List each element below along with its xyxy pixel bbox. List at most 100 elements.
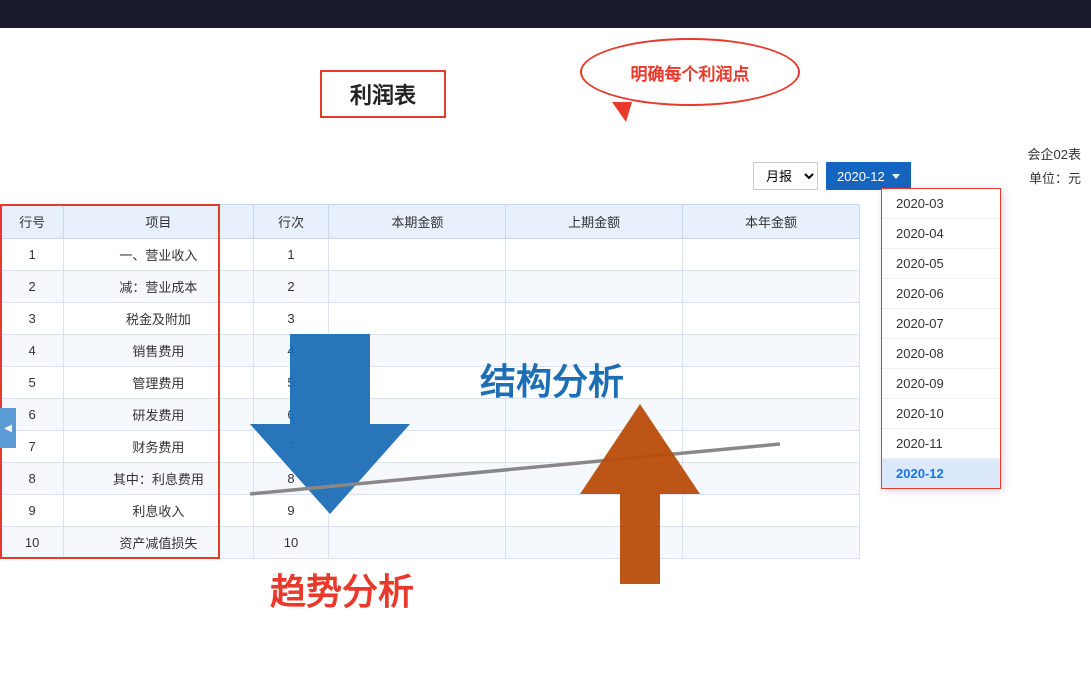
- th-year: 本年金额: [683, 205, 860, 239]
- cell-year: [683, 463, 860, 495]
- table-header-row: 行号 项目 行次 本期金额 上期金额 本年金额: [1, 205, 860, 239]
- cell-hang: 9: [1, 495, 64, 527]
- cell-ci: 10: [253, 527, 329, 559]
- cell-item: 利息收入: [64, 495, 253, 527]
- cell-ci: 6: [253, 399, 329, 431]
- cell-prev: [506, 271, 683, 303]
- date-select-button[interactable]: 2020-12: [826, 162, 911, 190]
- profit-table: 行号 项目 行次 本期金额 上期金额 本年金额 1 一、营业收入 1 2 减：营…: [0, 204, 860, 559]
- cell-ci: 2: [253, 271, 329, 303]
- cell-current: [329, 527, 506, 559]
- cell-item: 研发费用: [64, 399, 253, 431]
- cell-ci: 9: [253, 495, 329, 527]
- cell-current: [329, 399, 506, 431]
- table-row: 4 销售费用 4: [1, 335, 860, 367]
- cell-item: 销售费用: [64, 335, 253, 367]
- cell-prev: [506, 335, 683, 367]
- dropdown-item-2020-06[interactable]: 2020-06: [882, 279, 1000, 309]
- dropdown-scroll[interactable]: 2020-03 2020-04 2020-05 2020-06 2020-07 …: [882, 189, 1000, 488]
- cell-current: [329, 303, 506, 335]
- cell-prev: [506, 527, 683, 559]
- table-row: 5 管理费用 5: [1, 367, 860, 399]
- cell-hang: 5: [1, 367, 64, 399]
- company-label: 会企02表: [1028, 144, 1081, 163]
- cell-current: [329, 271, 506, 303]
- unit-label: 单位：元: [1029, 168, 1081, 187]
- top-bar: [0, 0, 1091, 28]
- cell-hang: 4: [1, 335, 64, 367]
- dropdown-item-2020-05[interactable]: 2020-05: [882, 249, 1000, 279]
- cell-hang: 2: [1, 271, 64, 303]
- table-row: 3 税金及附加 3: [1, 303, 860, 335]
- dropdown-item-2020-11[interactable]: 2020-11: [882, 429, 1000, 459]
- th-current: 本期金额: [329, 205, 506, 239]
- cell-year: [683, 335, 860, 367]
- period-select[interactable]: 月报 季报 年报: [753, 162, 818, 190]
- title-box: 利润表: [320, 70, 446, 118]
- dropdown-menu: 2020-03 2020-04 2020-05 2020-06 2020-07 …: [881, 188, 1001, 489]
- cell-item: 资产减值损失: [64, 527, 253, 559]
- cell-ci: 3: [253, 303, 329, 335]
- cell-hang: 3: [1, 303, 64, 335]
- th-prev: 上期金额: [506, 205, 683, 239]
- dropdown-item-2020-08[interactable]: 2020-08: [882, 339, 1000, 369]
- table-row: 7 财务费用 7: [1, 431, 860, 463]
- table-row: 6 研发费用 6: [1, 399, 860, 431]
- cell-prev: [506, 463, 683, 495]
- cell-prev: [506, 367, 683, 399]
- title-label: 利润表: [350, 83, 416, 108]
- cell-item: 管理费用: [64, 367, 253, 399]
- table-row: 8 其中：利息费用 8: [1, 463, 860, 495]
- main-area: 明确每个利润点 利润表 会企02表 月报 季报 年报 2020-12 单位：元 …: [0, 28, 1091, 654]
- cell-current: [329, 335, 506, 367]
- cell-ci: 7: [253, 431, 329, 463]
- cell-year: [683, 271, 860, 303]
- cell-item: 其中：利息费用: [64, 463, 253, 495]
- table-row: 2 减：营业成本 2: [1, 271, 860, 303]
- table-row: 10 资产减值损失 10: [1, 527, 860, 559]
- table-wrapper: 行号 项目 行次 本期金额 上期金额 本年金额 1 一、营业收入 1 2 减：营…: [0, 204, 860, 559]
- th-hang: 行号: [1, 205, 64, 239]
- cell-year: [683, 527, 860, 559]
- cell-year: [683, 239, 860, 271]
- cell-ci: 4: [253, 335, 329, 367]
- cell-year: [683, 303, 860, 335]
- cell-hang: 10: [1, 527, 64, 559]
- dropdown-item-2020-04[interactable]: 2020-04: [882, 219, 1000, 249]
- cell-current: [329, 367, 506, 399]
- expand-button[interactable]: ◀: [0, 408, 16, 448]
- cell-current: [329, 495, 506, 527]
- cell-item: 减：营业成本: [64, 271, 253, 303]
- cell-item: 财务费用: [64, 431, 253, 463]
- cell-current: [329, 463, 506, 495]
- table-row: 9 利息收入 9: [1, 495, 860, 527]
- dropdown-item-2020-09[interactable]: 2020-09: [882, 369, 1000, 399]
- dropdown-item-2020-03[interactable]: 2020-03: [882, 189, 1000, 219]
- dropdown-item-2020-10[interactable]: 2020-10: [882, 399, 1000, 429]
- cell-ci: 8: [253, 463, 329, 495]
- th-ci: 行次: [253, 205, 329, 239]
- cell-prev: [506, 399, 683, 431]
- selected-date: 2020-12: [837, 169, 885, 184]
- controls-row: 月报 季报 年报 2020-12: [753, 162, 911, 190]
- cell-prev: [506, 495, 683, 527]
- th-item: 项目: [64, 205, 253, 239]
- dropdown-item-2020-07[interactable]: 2020-07: [882, 309, 1000, 339]
- cell-item: 税金及附加: [64, 303, 253, 335]
- chevron-down-icon: [892, 174, 900, 179]
- cell-prev: [506, 239, 683, 271]
- cell-item: 一、营业收入: [64, 239, 253, 271]
- cell-year: [683, 399, 860, 431]
- cell-year: [683, 495, 860, 527]
- cell-year: [683, 367, 860, 399]
- cell-current: [329, 431, 506, 463]
- table-row: 1 一、营业收入 1: [1, 239, 860, 271]
- cell-hang: 1: [1, 239, 64, 271]
- dropdown-item-2020-12[interactable]: 2020-12: [882, 459, 1000, 488]
- cell-prev: [506, 431, 683, 463]
- annotation-text: 明确每个利润点: [631, 60, 750, 85]
- cell-year: [683, 431, 860, 463]
- cell-ci: 5: [253, 367, 329, 399]
- cell-current: [329, 239, 506, 271]
- cell-hang: 8: [1, 463, 64, 495]
